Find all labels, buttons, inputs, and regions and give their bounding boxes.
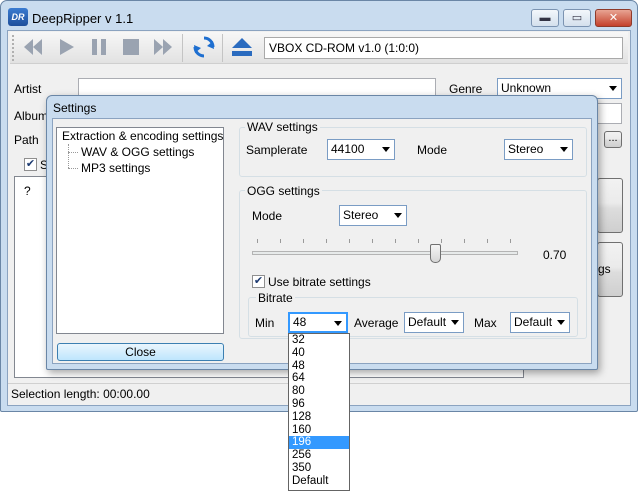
toolbar-separator: [222, 34, 223, 62]
chevron-down-icon: [394, 213, 402, 218]
dropdown-option[interactable]: Default: [289, 475, 349, 488]
chevron-down-icon: [557, 320, 565, 325]
fast-forward-icon[interactable]: [152, 36, 174, 58]
settings-button[interactable]: gs: [597, 242, 623, 297]
toolbar-separator: [182, 34, 183, 62]
min-bitrate-dropdown: 32 40 48 64 80 96 128 160 196 256 350 De…: [288, 333, 350, 491]
wav-mode-select[interactable]: Stereo: [504, 139, 573, 160]
album-label: Album: [14, 109, 49, 123]
average-bitrate-value: Default: [408, 315, 447, 329]
dropdown-option[interactable]: 80: [289, 385, 349, 398]
chevron-down-icon: [451, 320, 459, 325]
tree-item-mp3[interactable]: MP3 settings: [81, 161, 150, 175]
max-bitrate-select[interactable]: Default: [510, 312, 570, 333]
chevron-down-icon: [334, 321, 342, 326]
samplerate-label: Samplerate: [246, 143, 308, 157]
slider-tick: [349, 239, 350, 243]
dropdown-option[interactable]: 96: [289, 398, 349, 411]
ogg-mode-select[interactable]: Stereo: [339, 205, 407, 226]
pause-icon[interactable]: [88, 36, 110, 58]
dropdown-option-highlighted[interactable]: 196: [289, 436, 349, 450]
chevron-down-icon: [382, 147, 390, 152]
slider-tick: [441, 239, 442, 243]
max-bitrate-value: Default: [514, 315, 553, 329]
samplerate-value: 44100: [331, 142, 365, 156]
wav-mode-label: Mode: [417, 143, 448, 157]
min-bitrate-select[interactable]: 48: [288, 312, 348, 333]
tree-item-wav-ogg[interactable]: WAV & OGG settings: [81, 145, 194, 159]
chevron-down-icon: [609, 86, 617, 91]
maximize-button[interactable]: ▭: [563, 9, 591, 27]
use-bitrate-label: Use bitrate settings: [268, 275, 371, 289]
slider-tick: [303, 239, 304, 243]
dropdown-option[interactable]: 350: [289, 462, 349, 475]
slider-tick: [464, 239, 465, 243]
minimize-button[interactable]: ▬: [531, 9, 559, 27]
min-label: Min: [255, 316, 275, 330]
artist-label: Artist: [14, 82, 42, 96]
tree-connector: [68, 144, 69, 168]
tree-connector: [68, 152, 78, 153]
stop-icon[interactable]: [120, 36, 142, 58]
browse-button[interactable]: ...: [604, 131, 622, 148]
toolbar-grip[interactable]: [12, 35, 16, 61]
slider-tick: [418, 239, 419, 243]
quality-slider[interactable]: [252, 251, 518, 255]
dropdown-option[interactable]: 32: [289, 334, 349, 347]
slider-tick: [280, 239, 281, 243]
refresh-icon[interactable]: [192, 35, 216, 59]
wav-mode-value: Stereo: [508, 142, 544, 156]
settings-title: Settings: [53, 101, 97, 115]
chevron-down-icon: [560, 147, 568, 152]
quality-slider-thumb[interactable]: [430, 244, 441, 263]
slider-tick: [257, 239, 258, 243]
slider-tick: [395, 239, 396, 243]
dropdown-option[interactable]: 256: [289, 449, 349, 462]
tree-item-extraction[interactable]: Extraction & encoding settings: [62, 129, 223, 143]
window-title: DeepRipper v 1.1: [32, 11, 134, 26]
quality-value: 0.70: [543, 248, 567, 262]
slider-tick: [487, 239, 488, 243]
max-label: Max: [474, 316, 497, 330]
track-column-header: ?: [24, 184, 31, 198]
bitrate-group-title: Bitrate: [256, 291, 295, 305]
ogg-mode-value: Stereo: [343, 208, 379, 222]
dropdown-option[interactable]: 40: [289, 347, 349, 360]
close-window-button[interactable]: ✕: [595, 9, 632, 27]
slider-tick: [372, 239, 373, 243]
select-all-checkbox[interactable]: ✔: [24, 158, 37, 171]
dropdown-option[interactable]: 160: [289, 424, 349, 437]
wav-group-title: WAV settings: [245, 120, 320, 134]
path-label: Path: [14, 133, 39, 147]
eject-icon[interactable]: [230, 35, 254, 59]
genre-value: Unknown: [501, 81, 552, 95]
ogg-mode-label: Mode: [252, 209, 283, 223]
use-bitrate-checkbox[interactable]: ✔: [252, 275, 265, 288]
dropdown-option[interactable]: 128: [289, 411, 349, 424]
samplerate-select[interactable]: 44100: [327, 139, 395, 160]
average-bitrate-select[interactable]: Default: [404, 312, 464, 333]
app-logo: DR: [8, 8, 28, 26]
min-bitrate-value: 48: [293, 315, 307, 329]
rewind-icon[interactable]: [22, 36, 44, 58]
ogg-group-title: OGG settings: [245, 184, 322, 198]
genre-label: Genre: [449, 82, 483, 96]
slider-tick: [326, 239, 327, 243]
slider-tick: [510, 239, 511, 243]
album-input-tail[interactable]: [597, 103, 622, 124]
dropdown-option[interactable]: 64: [289, 372, 349, 385]
average-label: Average: [354, 316, 399, 330]
close-button[interactable]: Close: [57, 343, 224, 361]
settings-button-label: gs: [598, 262, 611, 276]
play-icon[interactable]: [55, 36, 77, 58]
tree-connector: [68, 168, 78, 169]
dropdown-option[interactable]: 48: [289, 360, 349, 373]
device-select[interactable]: VBOX CD-ROM v1.0 (1:0:0): [264, 37, 623, 59]
side-button-1[interactable]: [597, 178, 623, 233]
